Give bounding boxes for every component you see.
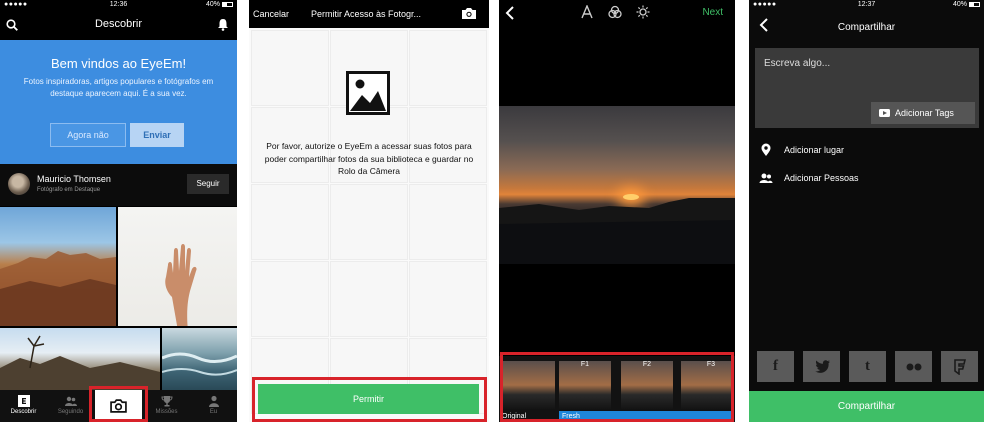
tab-label: Missões [155,409,178,415]
flickr-icon[interactable] [895,351,932,382]
photo-hand[interactable] [118,207,237,326]
filter-screen: Next F1 F2 F3 Original Fresh [499,0,735,422]
add-place-label: Adicionar lugar [784,145,845,155]
caption-placeholder: Escreva algo... [764,58,831,69]
top-bar: Compartilhar [749,10,984,40]
featured-user-row: Mauricio Thomsen Fotógrafo em Destaque S… [0,164,237,206]
add-tags-button[interactable]: Adicionar Tags [871,102,975,124]
not-now-button[interactable]: Agora não [50,123,126,147]
discover-screen: ●●●●● 12:36 40% Descobrir Bem vindos ao … [0,0,237,422]
tab-discover[interactable]: Descobrir [0,390,47,422]
avatar[interactable] [8,173,30,195]
permission-message: Por favor, autorize o EyeEm a acessar su… [264,141,474,176]
welcome-banner: Bem vindos ao EyeEm! Fotos inspiradoras,… [0,40,237,164]
color-filter-icon[interactable] [608,5,622,19]
next-button[interactable]: Next [702,7,723,18]
bell-icon[interactable] [217,18,229,31]
foursquare-icon[interactable] [941,351,978,382]
person-icon [208,395,219,407]
allow-highlight-box [252,377,487,422]
grid-cell [409,30,487,106]
photo-preview [499,106,735,264]
people-icon [64,396,77,406]
grid-cell [330,261,408,337]
send-button[interactable]: Enviar [130,123,184,147]
permission-screen: Cancelar Permitir Acesso às Fotogr... Po… [249,0,489,422]
top-bar: Cancelar Permitir Acesso às Fotogr... [249,0,489,28]
image-icon [346,71,390,115]
battery-icon [969,1,980,7]
facebook-icon[interactable]: f [757,351,794,382]
grid-cell [251,184,329,260]
page-title: Compartilhar [837,22,896,33]
grid-cell [409,261,487,337]
grid-cell [251,30,329,106]
camera-highlight-box [89,386,148,422]
location-pin-icon [761,143,771,156]
photo-waves[interactable] [162,328,237,390]
status-bar: ●●●●● 12:37 40% [749,0,984,10]
camera-icon[interactable] [461,7,477,20]
welcome-title: Bem vindos ao EyeEm! [50,56,187,71]
user-name: Mauricio Thomsen [37,174,111,184]
tag-icon [879,109,890,117]
tab-label: Seguindo [57,409,84,415]
share-button[interactable]: Compartilhar [749,391,984,422]
rock-shape [0,251,116,326]
page-title: Descobrir [94,18,143,30]
page-title: Permitir Acesso às Fotogr... [311,9,422,19]
eyeem-logo-icon [17,395,30,407]
brightness-icon[interactable] [636,5,650,19]
grid-cell [409,184,487,260]
top-bar: Descobrir [0,10,237,40]
grid-cell [330,184,408,260]
add-tags-label: Adicionar Tags [895,108,954,118]
caption-input[interactable]: Escreva algo... Adicionar Tags [755,48,979,128]
battery-percent: 40% [952,1,967,8]
battery-icon [222,1,233,7]
battery-percent: 40% [205,1,220,8]
status-time: 12:36 [109,1,128,8]
hills-silhouette [499,198,735,264]
share-screen: ●●●●● 12:37 40% Compartilhar Escreva alg… [749,0,984,422]
landscape-shape [0,335,160,390]
follow-button[interactable]: Seguir [187,174,229,194]
tumblr-icon[interactable]: t [849,351,886,382]
tab-me[interactable]: Eu [190,390,237,422]
waves-shape [162,352,237,376]
status-time: 12:37 [857,1,876,8]
tab-label: Descobrir [10,409,37,415]
user-subtitle: Fotógrafo em Destaque [37,187,101,193]
foursquare-shape [953,358,966,376]
people-icon [759,173,773,183]
photo-rocks[interactable] [0,207,116,326]
twitter-bird-shape [814,360,830,373]
trophy-icon [160,396,173,407]
back-icon[interactable] [505,6,515,20]
status-bar: ●●●●● 12:36 40% [0,0,237,10]
tab-following[interactable]: Seguindo [47,390,94,422]
cancel-button[interactable]: Cancelar [253,9,289,19]
tab-label: Eu [209,409,218,415]
filter-highlight-box [500,352,734,422]
battery-indicator: 40% [206,1,233,8]
hand-shape [165,244,197,326]
twitter-icon[interactable] [803,351,840,382]
grid-cell [251,261,329,337]
add-people-label: Adicionar Pessoas [784,173,859,183]
tab-missions[interactable]: Missões [143,390,190,422]
photo-landscape[interactable] [0,328,160,390]
battery-indicator: 40% [953,1,980,8]
flickr-dots-shape [906,363,921,371]
adjust-icon[interactable] [580,5,594,19]
welcome-text: Fotos inspiradoras, artigos populares e … [23,77,214,98]
